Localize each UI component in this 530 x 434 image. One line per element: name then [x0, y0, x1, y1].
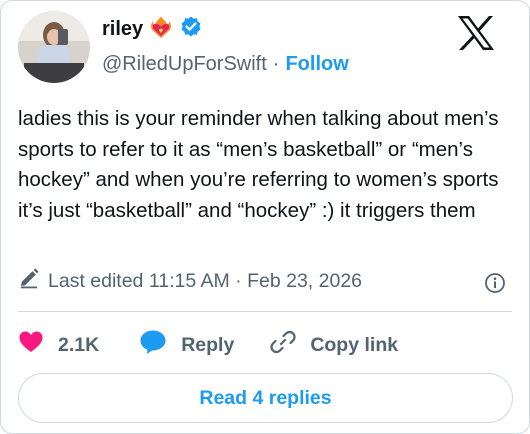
x-logo-icon[interactable] [456, 15, 496, 56]
edit-info-row[interactable]: Last edited 11:15 AM · Feb 23, 2026 [18, 267, 362, 295]
pencil-icon [18, 267, 40, 295]
info-icon[interactable] [484, 272, 506, 299]
verified-badge-icon[interactable] [179, 15, 203, 44]
like-count: 2.1K [58, 333, 100, 356]
reply-label: Reply [181, 333, 235, 356]
read-replies-button[interactable]: Read 4 replies [18, 373, 513, 423]
avatar[interactable] [18, 11, 90, 83]
action-bar: 2.1K Reply Copy link [18, 329, 398, 361]
tweet-card: riley @RiledUpForSwift · Follow ladies t… [0, 0, 530, 434]
heart-icon [18, 330, 44, 360]
handle-row: @RiledUpForSwift · Follow [102, 53, 349, 76]
follow-button[interactable]: Follow [285, 53, 348, 76]
author-handle[interactable]: @RiledUpForSwift [102, 53, 267, 76]
separator-dot: · [272, 53, 280, 75]
author-name-row: riley [102, 15, 203, 44]
reply-bubble-icon [139, 329, 167, 361]
heart-on-fire-emoji [149, 15, 173, 44]
copy-link-button[interactable]: Copy link [270, 329, 398, 361]
reply-button[interactable]: Reply [139, 329, 234, 361]
last-edited-label[interactable]: Last edited 11:15 AM · Feb 23, 2026 [48, 270, 362, 293]
link-icon [270, 329, 296, 361]
display-name[interactable]: riley [102, 18, 143, 41]
divider [18, 311, 512, 312]
copy-link-label: Copy link [310, 333, 399, 356]
tweet-text: ladies this is your reminder when talkin… [18, 107, 499, 222]
like-button[interactable]: 2.1K [18, 330, 99, 360]
